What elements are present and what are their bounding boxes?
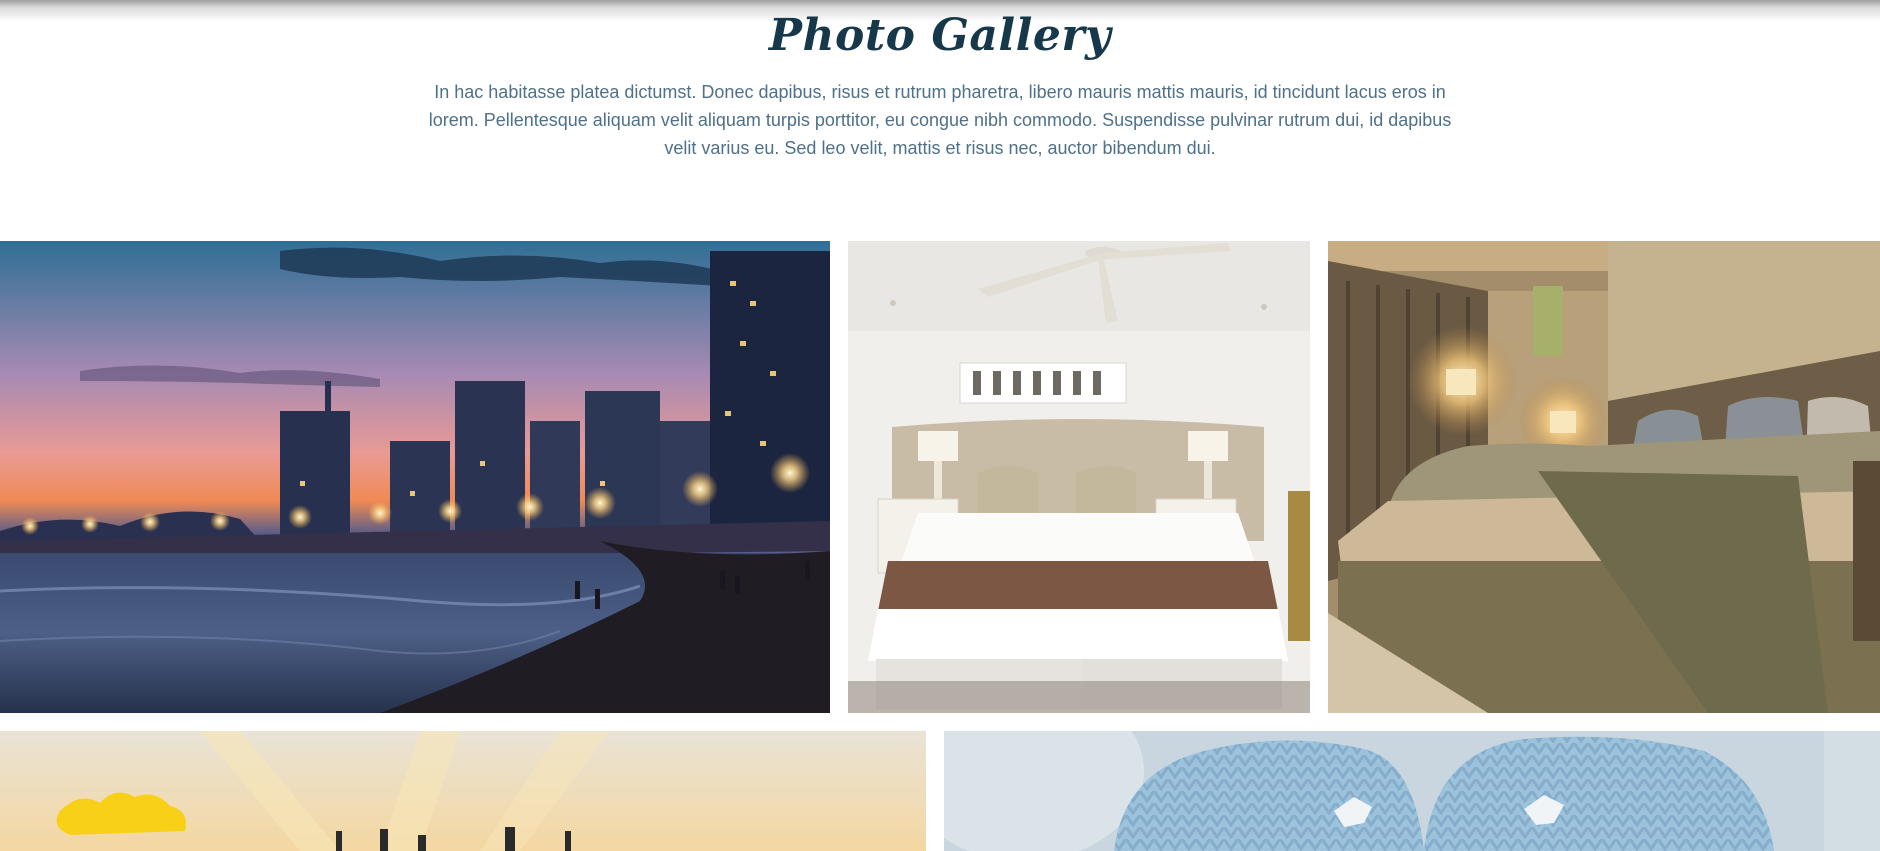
city-beach-sunset-image [0,241,830,713]
gallery-description: In hac habitasse platea dictumst. Donec … [428,82,1452,158]
gallery-photo-warm-bedroom[interactable] [1328,241,1880,713]
gallery-photo-sunrise-skyline[interactable] [0,731,926,851]
sunrise-skyline-image [0,731,926,851]
gallery-photo-knitted-mittens[interactable] [944,731,1880,851]
white-bedroom-image [848,241,1310,713]
warm-bedroom-image [1328,241,1880,713]
page-title: Photo Gallery [768,10,1112,61]
gallery-photo-white-bedroom[interactable] [848,241,1310,713]
gallery-photo-city-beach-sunset[interactable] [0,241,830,713]
knitted-mittens-image [944,731,1880,851]
